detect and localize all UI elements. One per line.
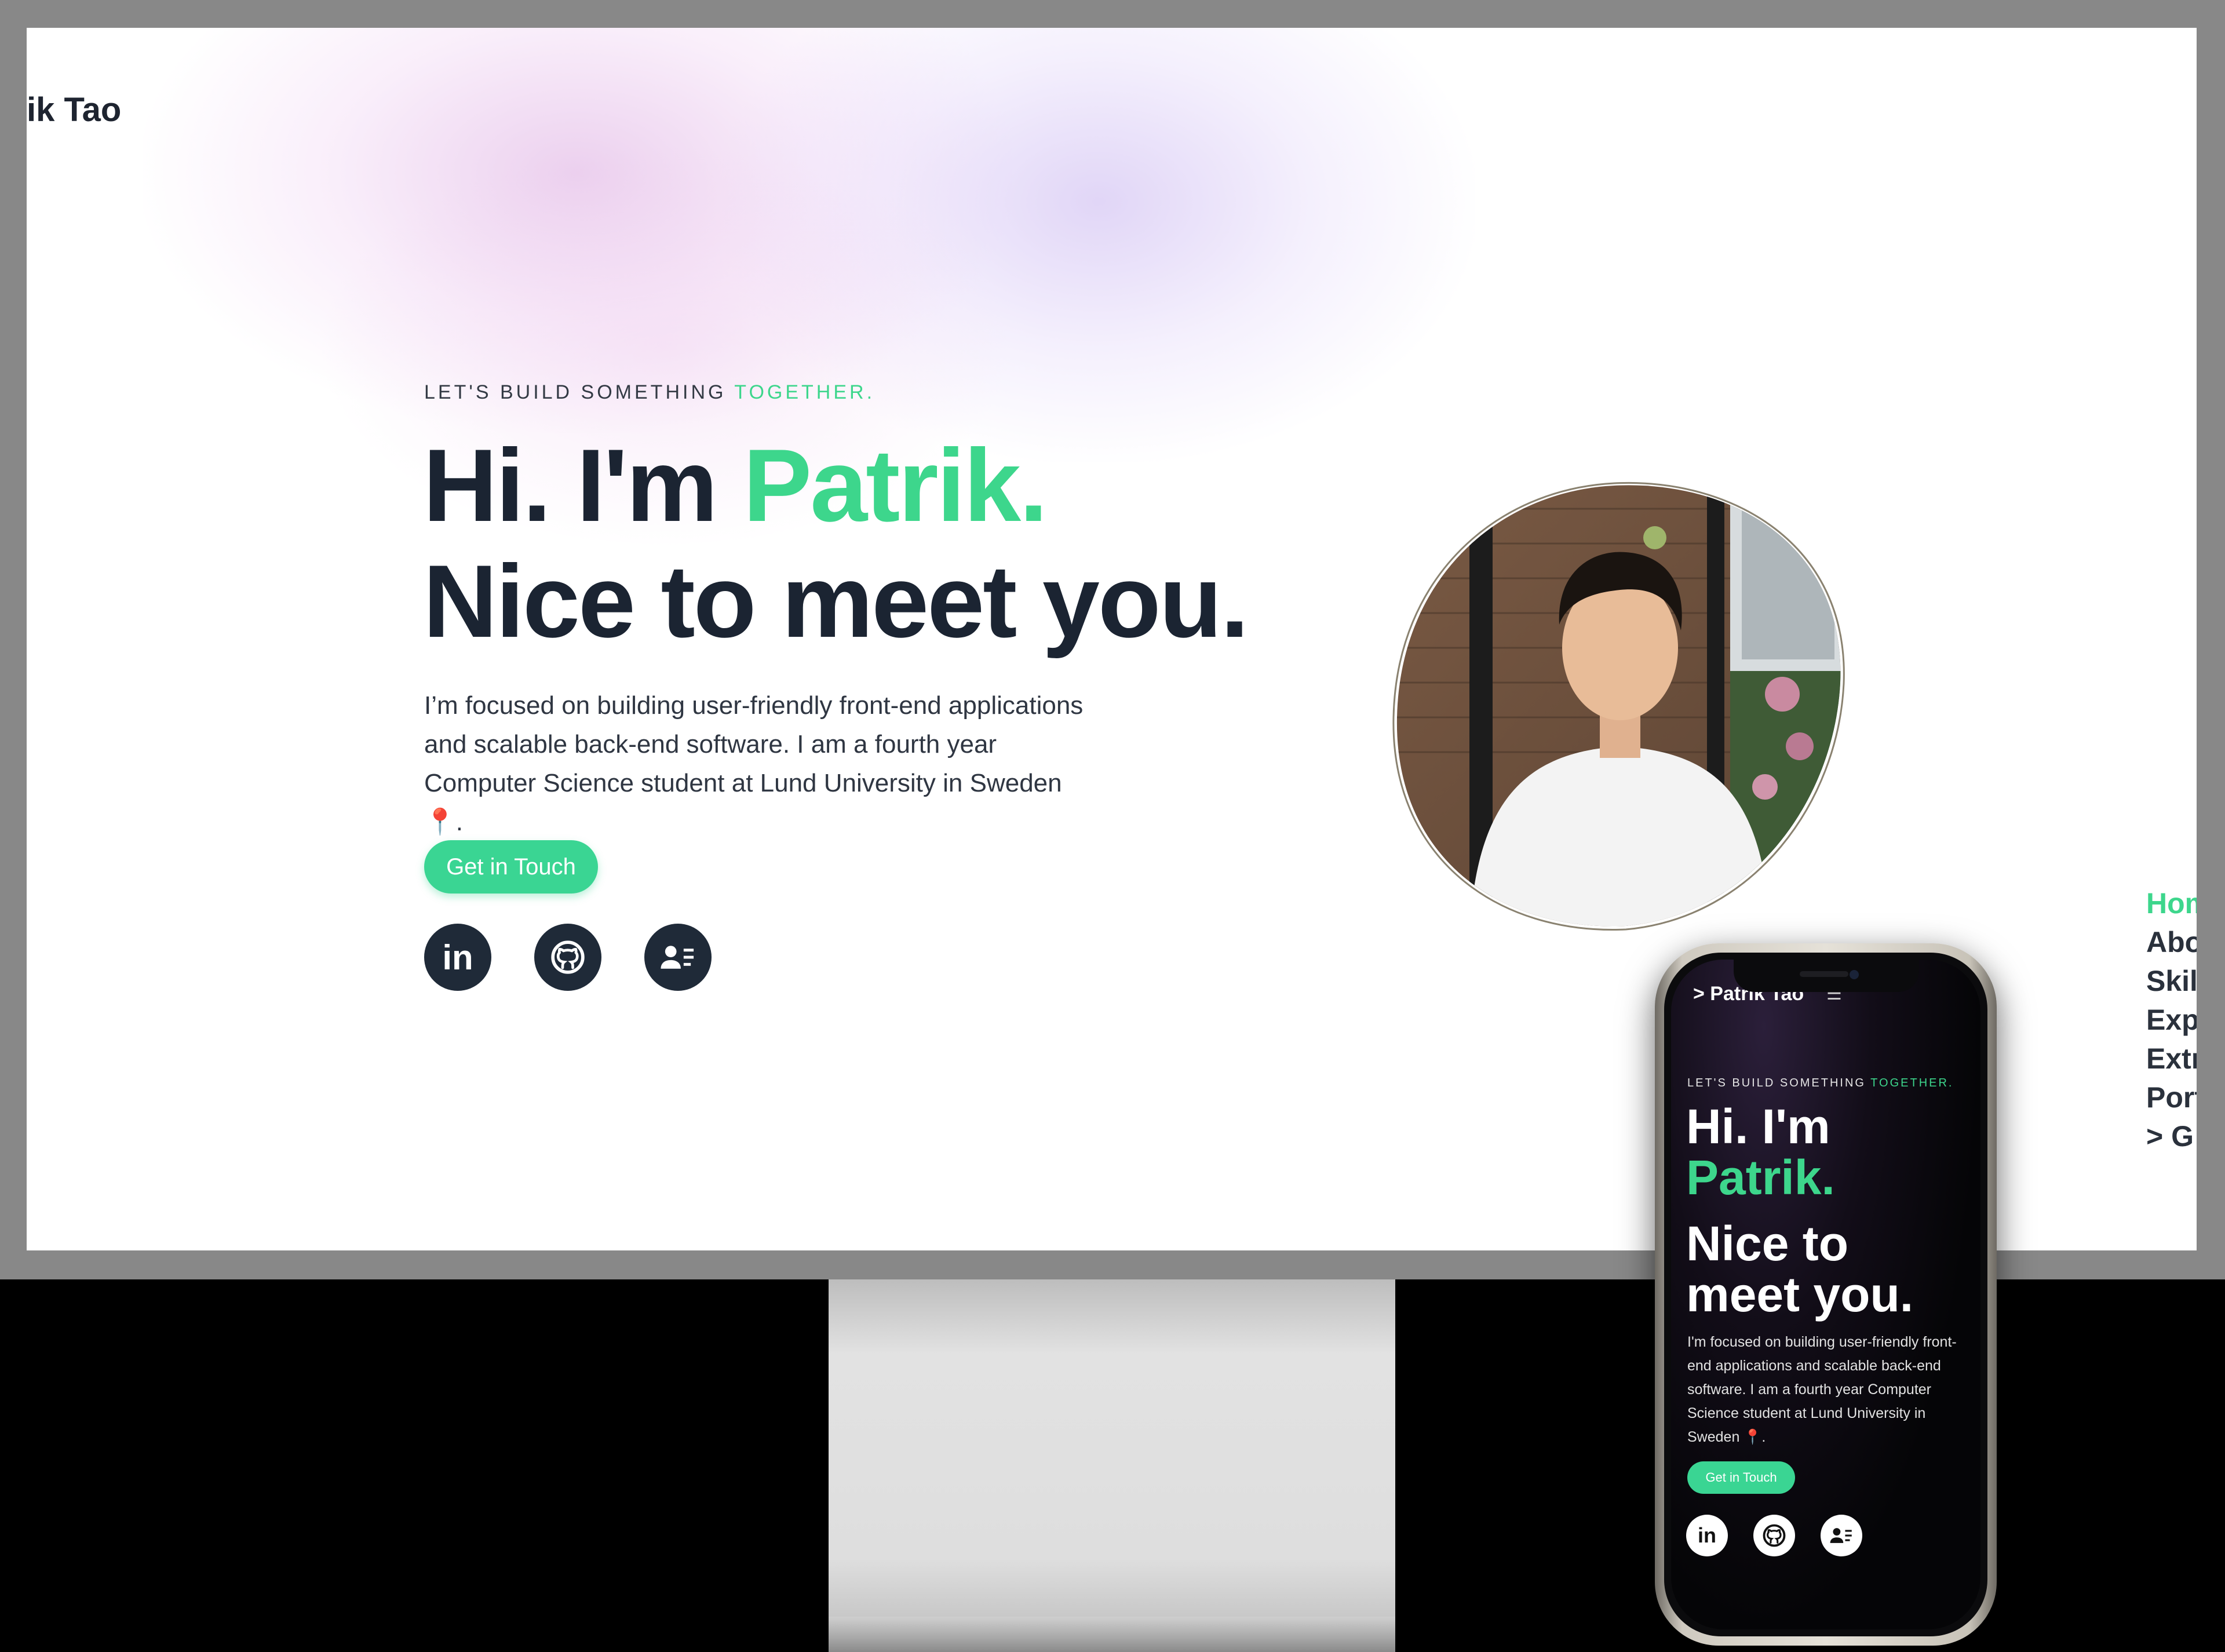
mobile-hero-heading-line2: Nice to meet you. [1686,1218,1913,1320]
nav-item-home[interactable]: Hom [2146,884,2197,923]
profile-photo [1392,482,1845,931]
nav-item-experience[interactable]: Exp [2146,1001,2197,1040]
hero-eyebrow: LET'S BUILD SOMETHING TOGETHER. [424,381,875,404]
phone-camera [1850,970,1859,979]
mobile-hero-heading-line1: Hi. I'm Patrik. [1686,1101,1835,1203]
mobile-eyebrow-accent: TOGETHER. [1870,1077,1954,1089]
mobile-hero-eyebrow: LET'S BUILD SOMETHING TOGETHER. [1687,1077,1953,1090]
contact-card-button[interactable] [644,924,712,991]
get-in-touch-button[interactable]: Get in Touch [424,840,598,894]
eyebrow-accent: TOGETHER. [734,381,876,403]
monitor-stand-base [829,1617,1395,1652]
github-icon [551,940,585,974]
nav-item-about[interactable]: Abo [2146,923,2197,962]
hero-name: Patrik. [743,428,1048,543]
mobile-hero-bio: I'm focused on building user-friendly fr… [1687,1334,1957,1445]
nav-item-skills[interactable]: Skil [2146,962,2197,1001]
linkedin-icon: in [1698,1523,1716,1547]
linkedin-button[interactable]: in [424,924,491,991]
mobile-hero-name: Patrik. [1686,1150,1835,1205]
nav-item-get-in-touch[interactable]: > G [2146,1117,2197,1156]
mobile-greeting: Hi. I'm [1686,1099,1830,1154]
mobile-contact-card-button[interactable] [1821,1515,1862,1556]
bio-line: 📍. [424,808,464,836]
eyebrow-text: LET'S BUILD SOMETHING [424,381,735,403]
mobile-line2b: meet you. [1686,1267,1914,1322]
nav-item-portfolio[interactable]: Port [2146,1078,2197,1117]
side-navigation: Hom Abo Skil Exp Extr Port > G [2146,884,2197,1156]
mobile-eyebrow-text: LET'S BUILD SOMETHING [1687,1077,1871,1089]
nav-item-extra[interactable]: Extr [2146,1040,2197,1078]
github-button[interactable] [534,924,601,991]
mobile-get-in-touch-button[interactable]: Get in Touch [1687,1461,1795,1494]
hero-heading-line2: Nice to meet you. [423,544,1249,659]
bio-line: I’m focused on building user-friendly fr… [424,691,1084,720]
linkedin-icon: in [442,938,473,977]
hero-bio: I’m focused on building user-friendly fr… [424,686,1143,841]
contact-card-icon [1830,1528,1852,1543]
phone-speaker [1800,971,1848,977]
site-logo[interactable]: ik Tao [27,90,121,129]
monitor-stand [829,1279,1395,1652]
contact-card-icon [661,946,694,969]
hero-heading-line1: Hi. I'm Patrik. [423,428,1048,544]
github-icon [1763,1524,1786,1547]
greeting-text: Hi. I'm [423,428,743,543]
bio-line: Computer Science student at Lund Univers… [424,769,1062,797]
mobile-linkedin-button[interactable]: in [1686,1515,1728,1556]
mobile-line2a: Nice to [1686,1216,1849,1271]
mobile-github-button[interactable] [1753,1515,1795,1556]
bio-line: and scalable back-end software. I am a f… [424,730,997,758]
